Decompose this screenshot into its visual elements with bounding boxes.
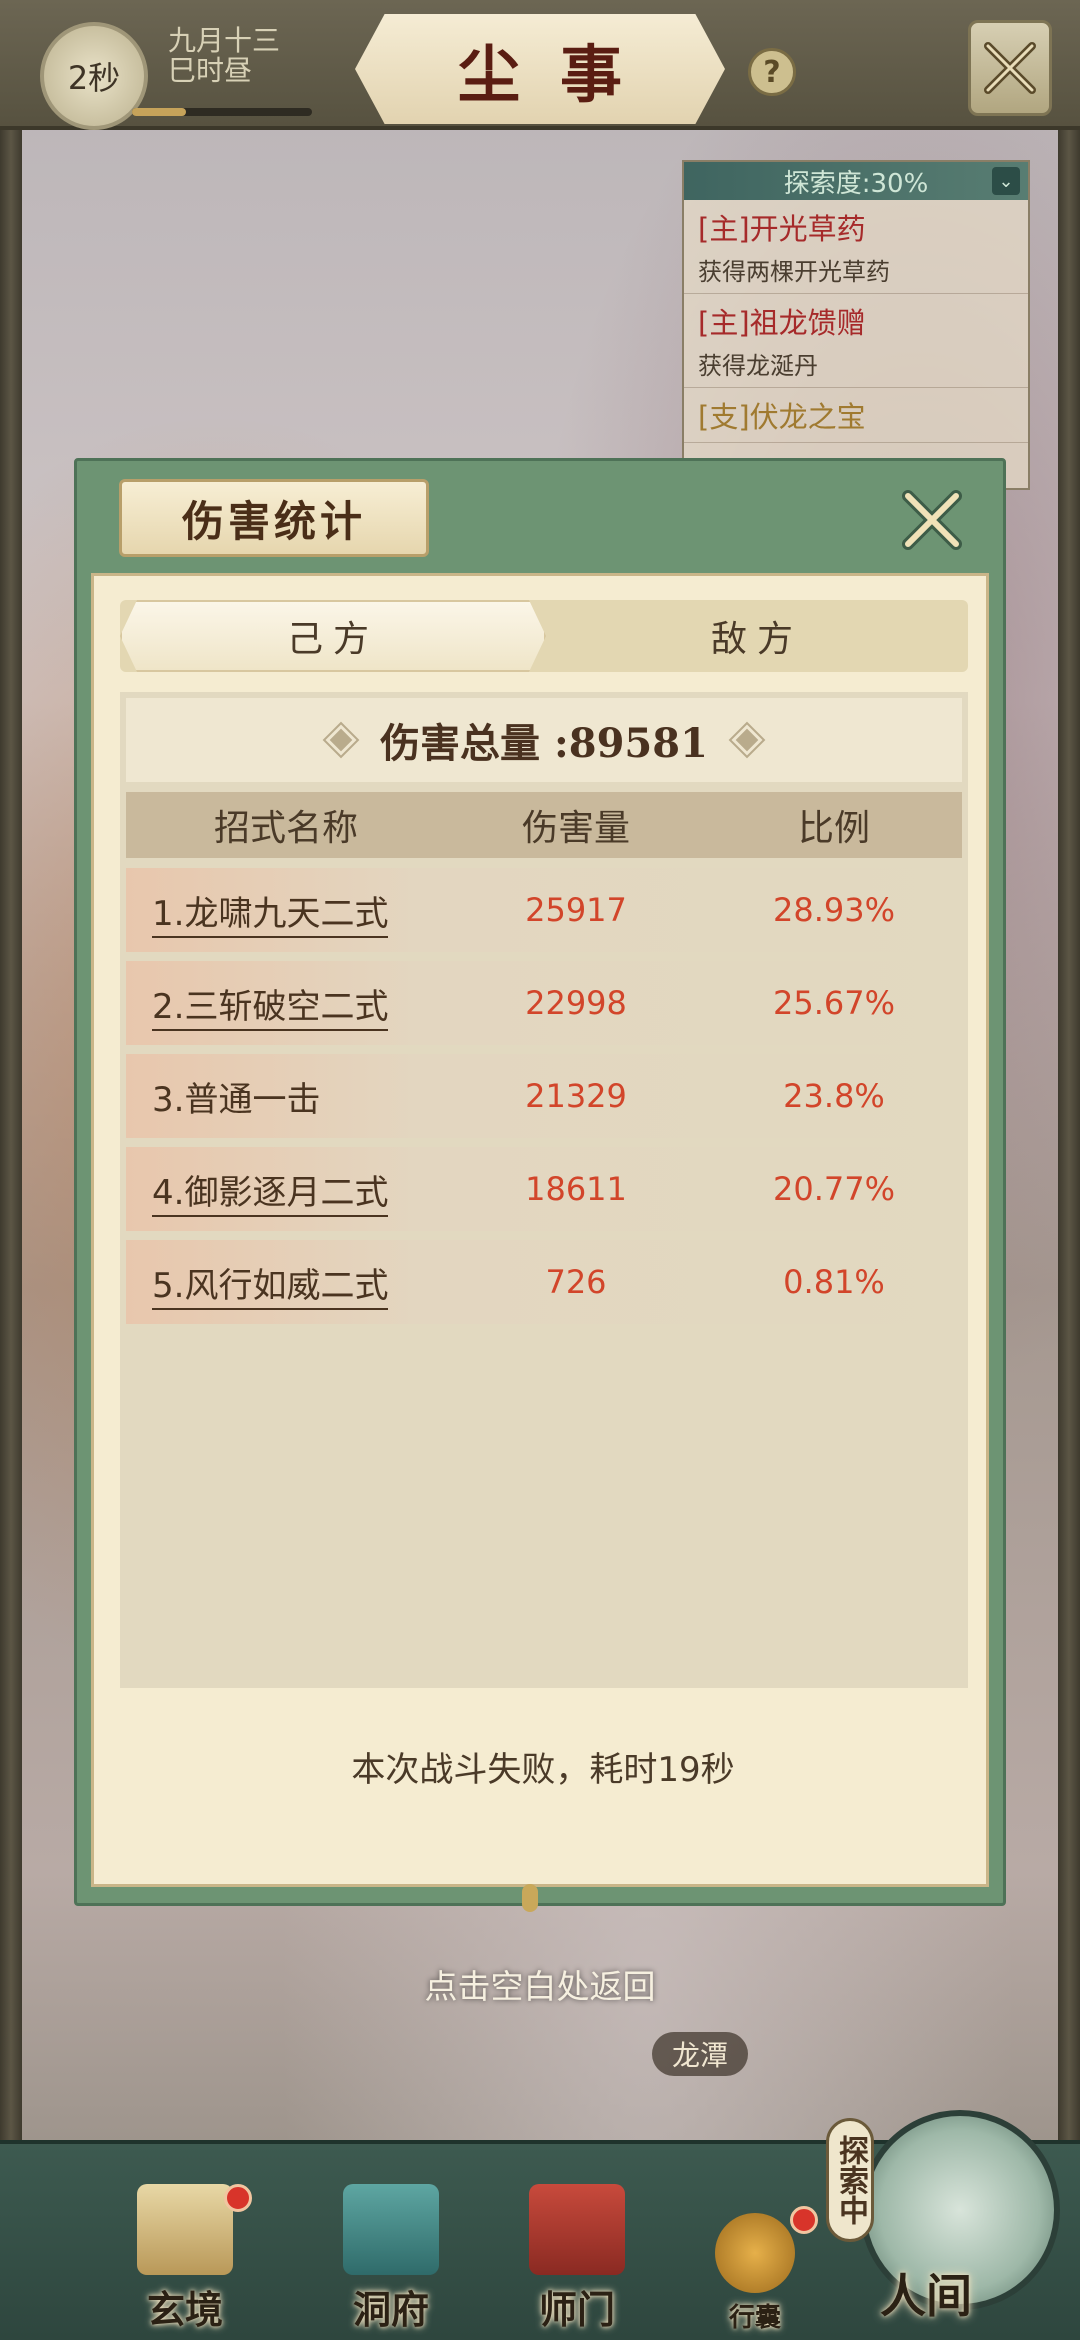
side-tabs: 己方 敌方 xyxy=(120,600,968,672)
skill-ratio: 28.93% xyxy=(772,891,895,929)
skill-name: 5.风行如威二式 xyxy=(152,1265,389,1310)
world-label: 人间 xyxy=(880,2269,972,2323)
quest-panel-header: 探索度:30% ⌄ xyxy=(684,162,1028,200)
exploring-badge: 探索中 xyxy=(826,2118,874,2242)
skill-name-link[interactable]: 2.三斩破空二式 xyxy=(126,979,446,1031)
skill-name: 4.御影逐月二式 xyxy=(152,1172,389,1217)
column-header-damage: 伤害量 xyxy=(521,808,630,849)
nav-label: 玄境 xyxy=(146,2287,223,2332)
notification-dot xyxy=(224,2184,252,2212)
help-button[interactable]: ? xyxy=(748,48,796,96)
banner-icon xyxy=(529,2184,625,2275)
battle-result: 本次战斗失败，耗时19秒 xyxy=(351,1750,735,1790)
quest-item[interactable]: [主]开光草药 获得两棵开光草药 xyxy=(684,200,1028,294)
return-hint[interactable]: 点击空白处返回 xyxy=(0,1960,1080,2008)
diamond-ornament-icon xyxy=(728,721,766,759)
notification-dot xyxy=(790,2206,818,2234)
damage-stats-modal: 伤害统计 己方 敌方 伤害总量 :89581 招式名称 伤害量 比例 1.龙啸九… xyxy=(74,458,1006,1906)
nav-label: 行囊 xyxy=(728,2303,781,2333)
quest-desc: 获得龙涎丹 xyxy=(698,352,818,380)
location-tag[interactable]: 龙潭 xyxy=(652,2032,748,2076)
stats-content: 伤害总量 :89581 招式名称 伤害量 比例 1.龙啸九天二式 25917 2… xyxy=(120,692,968,1688)
quest-item[interactable]: [支]伏龙之宝 xyxy=(684,388,1028,443)
table-row: 1.龙啸九天二式 25917 28.93% xyxy=(126,868,962,952)
skill-ratio: 25.67% xyxy=(772,984,895,1022)
quest-title: [主]祖龙馈赠 xyxy=(698,306,866,340)
table-row: 2.三斩破空二式 22998 25.67% xyxy=(126,961,962,1045)
frame-left xyxy=(0,130,22,2140)
quest-panel[interactable]: 探索度:30% ⌄ [主]开光草药 获得两棵开光草药 [主]祖龙馈赠 获得龙涎丹… xyxy=(682,160,1030,490)
skill-name-link[interactable]: 5.风行如威二式 xyxy=(126,1258,446,1310)
day-progress-bar xyxy=(132,108,312,116)
top-bar: 2秒 九月十三 巳时昼 尘事 ? xyxy=(0,0,1080,130)
quest-desc: 获得两棵开光草药 xyxy=(698,258,890,286)
skill-damage: 22998 xyxy=(525,984,627,1022)
scroll-icon xyxy=(137,2184,233,2275)
day-progress-fill xyxy=(132,108,186,116)
nav-item-dongfu[interactable]: 洞府 xyxy=(316,2184,466,2334)
pouch-icon xyxy=(715,2213,795,2293)
quest-title: [支]伏龙之宝 xyxy=(698,400,866,434)
page-title-text: 尘事 xyxy=(457,38,662,111)
skill-name: 2.三斩破空二式 xyxy=(152,986,389,1031)
skill-name-cell: 3.普通一击 xyxy=(126,1072,446,1121)
tab-enemy-side[interactable]: 敌方 xyxy=(546,600,968,672)
total-damage: 伤害总量 :89581 xyxy=(380,720,708,767)
column-header-ratio: 比例 xyxy=(797,808,870,849)
nav-item-shimen[interactable]: 师门 xyxy=(502,2184,652,2334)
exit-button[interactable] xyxy=(968,20,1052,116)
skill-damage: 18611 xyxy=(525,1170,627,1208)
close-icon xyxy=(902,490,962,550)
skill-damage: 25917 xyxy=(525,891,627,929)
skill-name: 1.龙啸九天二式 xyxy=(152,893,389,938)
skill-table: 1.龙啸九天二式 25917 28.93% 2.三斩破空二式 22998 25.… xyxy=(126,868,962,1333)
skill-damage: 21329 xyxy=(525,1077,627,1115)
skill-ratio: 0.81% xyxy=(783,1263,885,1301)
skill-ratio: 20.77% xyxy=(772,1170,895,1208)
modal-close-button[interactable] xyxy=(897,485,967,555)
game-date: 九月十三 巳时昼 xyxy=(168,26,280,86)
close-icon xyxy=(984,42,1036,94)
skill-ratio: 23.8% xyxy=(783,1077,885,1115)
nav-label: 师门 xyxy=(538,2287,615,2332)
total-damage-row: 伤害总量 :89581 xyxy=(126,698,962,782)
skill-damage: 726 xyxy=(545,1263,607,1301)
skill-name-link[interactable]: 1.龙啸九天二式 xyxy=(126,886,446,938)
quest-title: [主]开光草药 xyxy=(698,212,866,246)
frame-right xyxy=(1058,130,1080,2140)
knot-ornament-icon xyxy=(522,1884,538,1912)
table-row: 5.风行如威二式 726 0.81% xyxy=(126,1240,962,1324)
table-header: 招式名称 伤害量 比例 xyxy=(126,792,962,858)
pavilion-icon xyxy=(343,2184,439,2275)
tab-own-side[interactable]: 己方 xyxy=(120,600,546,672)
nav-label: 洞府 xyxy=(352,2287,429,2332)
table-row: 4.御影逐月二式 18611 20.77% xyxy=(126,1147,962,1231)
skill-name-link[interactable]: 4.御影逐月二式 xyxy=(126,1165,446,1217)
date-time: 巳时昼 xyxy=(168,54,253,87)
diamond-ornament-icon xyxy=(322,721,360,759)
skill-name: 3.普通一击 xyxy=(152,1079,321,1120)
page-title: 尘事 xyxy=(355,14,725,124)
modal-title: 伤害统计 xyxy=(119,479,429,557)
column-header-skill: 招式名称 xyxy=(213,808,358,849)
nav-item-xuanjing[interactable]: 玄境 xyxy=(110,2184,260,2334)
chevron-down-icon[interactable]: ⌄ xyxy=(992,167,1020,195)
exploration-progress: 探索度:30% xyxy=(783,168,929,199)
nav-item-xingnang[interactable]: 行囊 xyxy=(690,2184,820,2334)
quest-item[interactable]: [主]祖龙馈赠 获得龙涎丹 xyxy=(684,294,1028,388)
modal-body: 己方 敌方 伤害总量 :89581 招式名称 伤害量 比例 1.龙啸九天二式 2… xyxy=(91,573,989,1887)
date-day: 九月十三 xyxy=(168,24,281,57)
table-row: 3.普通一击 21329 23.8% xyxy=(126,1054,962,1138)
